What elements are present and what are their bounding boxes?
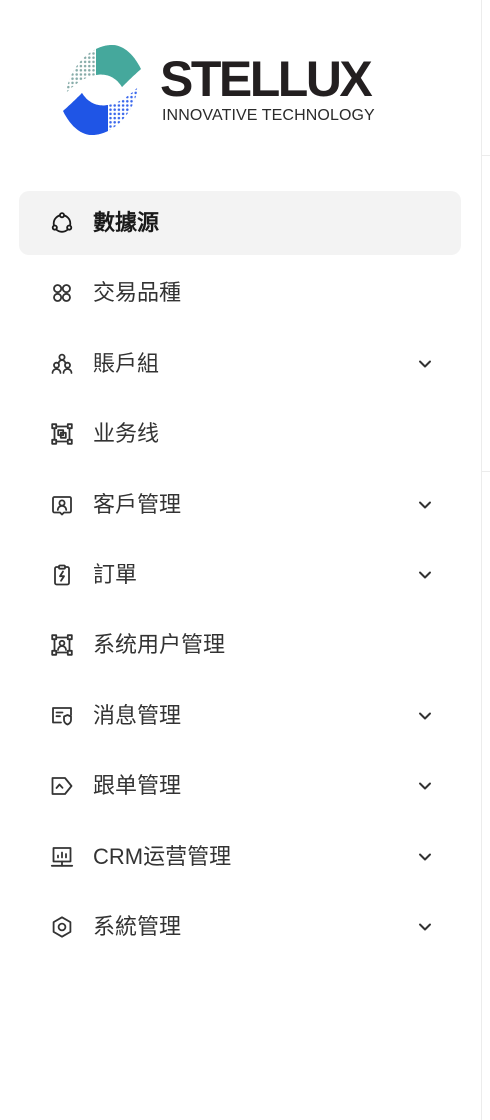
copy-trading-icon xyxy=(50,774,74,798)
menu-item-label: 訂單 xyxy=(93,561,138,587)
menu-item-business-line[interactable]: 业务线 xyxy=(19,402,461,466)
order-icon xyxy=(50,563,74,587)
menu-item-label: 系統管理 xyxy=(93,913,182,939)
menu-item-trading-instruments[interactable]: 交易品種 xyxy=(19,261,461,325)
chevron-down-icon xyxy=(418,568,432,582)
brand-name: STELLUX xyxy=(160,51,373,107)
chevron-down-icon xyxy=(418,709,432,723)
menu-item-customer-management[interactable]: 客戶管理 xyxy=(19,473,461,537)
chevron-down-icon xyxy=(418,920,432,934)
stellux-logo-mark xyxy=(62,43,142,138)
menu-item-label: 交易品種 xyxy=(93,280,182,306)
menu-item-label: 跟单管理 xyxy=(93,773,182,799)
brand-logo: STELLUX INNOVATIVE TECHNOLOGY xyxy=(62,43,382,139)
customer-management-icon xyxy=(50,493,74,517)
menu-item-label: 客戶管理 xyxy=(93,491,182,517)
menu-item-label: CRM运营管理 xyxy=(93,843,232,869)
menu-item-orders[interactable]: 訂單 xyxy=(19,543,461,607)
menu-item-system-users[interactable]: 系统用户管理 xyxy=(19,613,461,677)
chevron-down-icon xyxy=(418,779,432,793)
menu-item-data-source[interactable]: 數據源 xyxy=(19,191,461,255)
message-management-icon xyxy=(50,704,74,728)
menu-item-label: 數據源 xyxy=(93,210,160,235)
menu-item-message-management[interactable]: 消息管理 xyxy=(19,684,461,748)
main-content-area xyxy=(482,0,490,1120)
account-group-icon xyxy=(50,352,74,376)
menu-item-label: 消息管理 xyxy=(93,702,182,728)
menu-item-label: 业务线 xyxy=(93,421,160,447)
business-line-icon xyxy=(50,422,74,446)
brand-tagline: INNOVATIVE TECHNOLOGY xyxy=(162,107,375,124)
header-divider xyxy=(482,155,490,156)
menu-item-system-management[interactable]: 系統管理 xyxy=(19,895,461,959)
menu-item-account-group[interactable]: 賬戶組 xyxy=(19,332,461,396)
chevron-down-icon xyxy=(418,850,432,864)
data-source-icon xyxy=(50,211,74,235)
menu-item-label: 系统用户管理 xyxy=(93,632,226,658)
chevron-down-icon xyxy=(418,498,432,512)
trading-instruments-icon xyxy=(50,281,74,305)
menu-item-crm-operations[interactable]: CRM运营管理 xyxy=(19,825,461,889)
crm-operations-icon xyxy=(50,845,74,869)
menu-item-copy-trading[interactable]: 跟单管理 xyxy=(19,754,461,818)
system-user-icon xyxy=(50,633,74,657)
content-divider xyxy=(482,471,490,472)
chevron-down-icon xyxy=(418,357,432,371)
sidebar-menu: 數據源 交易品種 賬戶組 业务线 客戶管理 訂單 系统用户管理 消息管理 跟单管… xyxy=(19,191,461,965)
menu-item-label: 賬戶組 xyxy=(93,350,160,376)
sidebar: STELLUX INNOVATIVE TECHNOLOGY 數據源 交易品種 賬… xyxy=(0,0,482,1120)
settings-gear-icon xyxy=(50,915,74,939)
